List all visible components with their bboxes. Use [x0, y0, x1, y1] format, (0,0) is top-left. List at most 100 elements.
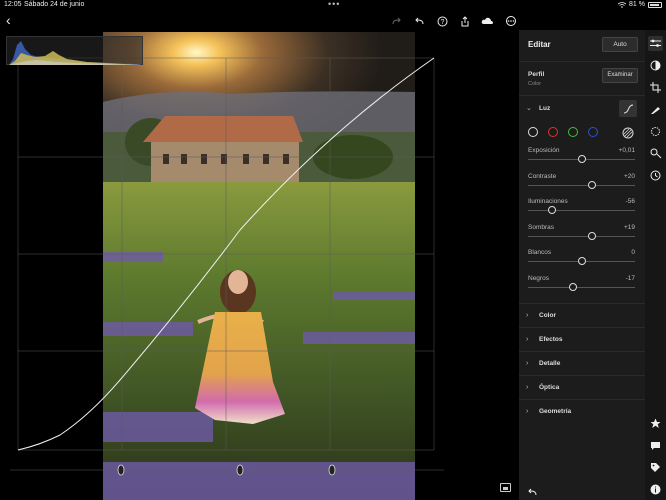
slider-label: Blancos: [528, 249, 552, 256]
slider-value: -56: [625, 198, 635, 205]
section-label: Efectos: [539, 336, 563, 343]
status-time: 12:05: [4, 1, 22, 8]
section-3[interactable]: › Óptica: [519, 375, 645, 399]
tone-curve[interactable]: [0, 30, 519, 500]
edit-panel: Editar Auto Perfil Color Examinar ⌄ Luz …: [519, 30, 645, 500]
slider-value: +0,01: [618, 147, 635, 154]
chevron-right-icon: ›: [526, 408, 529, 415]
section-label: Óptica: [539, 384, 560, 391]
section-4[interactable]: › Geometría: [519, 399, 645, 423]
channel-red[interactable]: [548, 127, 558, 137]
slider-track[interactable]: [528, 180, 635, 189]
slider-value: +20: [623, 172, 635, 180]
profile-value: Color: [528, 81, 542, 87]
slider-thumb[interactable]: [547, 206, 556, 214]
profile-row: Perfil Color Examinar: [519, 62, 645, 96]
curve-icon: [623, 104, 633, 113]
curve-handle: [328, 464, 336, 476]
panel-title: Editar: [528, 40, 551, 49]
slider-value: +19: [623, 223, 635, 231]
section-0[interactable]: › Color: [519, 303, 645, 327]
slider-thumb[interactable]: [577, 257, 586, 265]
slider-track[interactable]: [528, 155, 635, 163]
auto-button[interactable]: Auto: [602, 37, 638, 52]
info-icon[interactable]: [648, 482, 663, 497]
battery-icon: [648, 1, 662, 8]
slider-row: Contraste +20: [519, 170, 645, 196]
section-2[interactable]: › Detalle: [519, 351, 645, 375]
svg-text:?: ?: [440, 19, 444, 26]
multitasking-dots[interactable]: •••: [328, 0, 340, 9]
browse-profiles-button[interactable]: Examinar: [602, 68, 638, 83]
undo-icon[interactable]: [411, 14, 427, 28]
slider-row: Exposición +0,01: [519, 144, 645, 170]
channel-blue[interactable]: [588, 127, 598, 137]
status-bar: 12:05 Sábado 24 de junio ••• 81 %: [0, 0, 666, 12]
share-icon[interactable]: [457, 14, 473, 28]
help-icon[interactable]: ?: [434, 14, 450, 28]
back-chevron-icon[interactable]: ‹: [6, 12, 11, 28]
crop-icon[interactable]: [648, 80, 663, 95]
histogram[interactable]: [6, 36, 143, 65]
battery-percent: 81 %: [629, 1, 645, 8]
before-after-icon[interactable]: [500, 483, 511, 492]
panel-sections: › Color › Efectos › Detalle › Óptica › Geometría: [519, 303, 645, 423]
slider-value: -17: [625, 274, 635, 282]
profile-label: Perfil: [528, 71, 545, 78]
slider-value: 0: [631, 249, 635, 256]
slider-label: Contraste: [528, 172, 557, 180]
slider-thumb[interactable]: [577, 155, 586, 163]
section-label: Geometría: [539, 408, 572, 415]
versions-icon[interactable]: [648, 146, 663, 161]
channel-rgb[interactable]: [528, 127, 538, 137]
presets-icon[interactable]: [648, 58, 663, 73]
more-icon[interactable]: [503, 14, 519, 28]
light-section-title: Luz: [539, 105, 551, 112]
slider-label: Sombras: [528, 223, 555, 231]
healing-brush-icon[interactable]: [648, 102, 663, 117]
curve-channels: [519, 122, 645, 144]
tool-strip: [645, 30, 666, 500]
light-sliders: Exposición +0,01 Contraste +20 Iluminaciones…: [519, 144, 645, 297]
slider-row: Negros -17: [519, 272, 645, 298]
slider-thumb[interactable]: [588, 231, 597, 240]
slider-row: Sombras +19: [519, 221, 645, 247]
status-right: 81 %: [618, 1, 662, 8]
parametric-curve-icon[interactable]: [622, 126, 634, 144]
chevron-right-icon: ›: [526, 384, 529, 391]
masking-icon[interactable]: [648, 124, 663, 139]
section-label: Color: [539, 312, 556, 319]
slider-label: Exposición: [528, 147, 560, 154]
chevron-right-icon: ›: [526, 336, 529, 343]
photo-canvas[interactable]: [0, 30, 519, 500]
keywords-tag-icon[interactable]: [648, 460, 663, 475]
comments-icon[interactable]: [648, 438, 663, 453]
slider-label: Iluminaciones: [528, 198, 568, 205]
curve-handle: [117, 464, 125, 476]
top-toolbar: ‹ ?: [0, 12, 519, 30]
slider-thumb[interactable]: [568, 282, 577, 291]
slider-track[interactable]: [528, 257, 635, 265]
cloud-sync-icon[interactable]: [480, 14, 496, 28]
channel-green[interactable]: [568, 127, 578, 137]
reset-undo-icon[interactable]: [527, 484, 538, 500]
history-icon[interactable]: [648, 168, 663, 183]
edit-sliders-icon[interactable]: [648, 36, 663, 51]
section-1[interactable]: › Efectos: [519, 327, 645, 351]
slider-track[interactable]: [528, 206, 635, 214]
slider-track[interactable]: [528, 231, 635, 240]
chevron-down-icon: ⌄: [526, 105, 532, 112]
chevron-right-icon: ›: [526, 360, 529, 367]
tone-curve-toggle[interactable]: [619, 100, 637, 117]
chevron-right-icon: ›: [526, 312, 529, 319]
wifi-icon: [618, 1, 627, 8]
redo-icon[interactable]: [388, 14, 404, 28]
curve-handle: [236, 464, 244, 476]
star-rating-icon[interactable]: [648, 416, 663, 431]
light-section-header[interactable]: ⌄ Luz: [519, 96, 645, 122]
slider-row: Iluminaciones -56: [519, 195, 645, 221]
slider-thumb[interactable]: [588, 180, 597, 189]
slider-row: Blancos 0: [519, 246, 645, 272]
slider-track[interactable]: [528, 282, 635, 291]
slider-label: Negros: [528, 274, 549, 282]
